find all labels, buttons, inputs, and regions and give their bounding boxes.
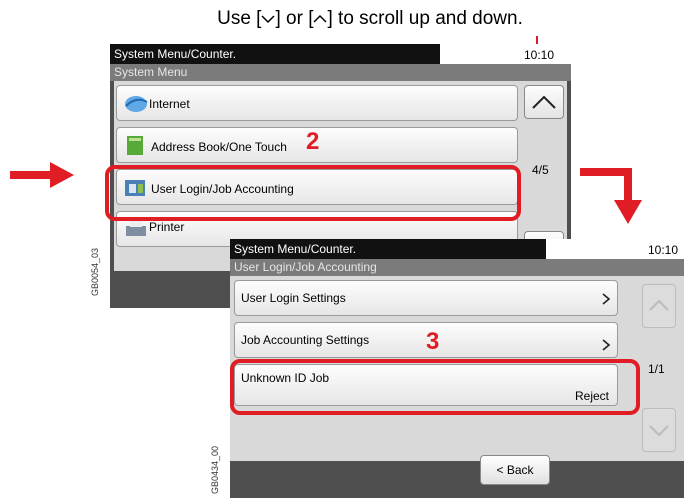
step-number: 3 [426, 328, 440, 355]
clock-text: 10:10 [524, 48, 555, 62]
clock: 10:10 [648, 243, 679, 257]
back-button[interactable]: < Back [480, 455, 550, 485]
right-arrow-icon [10, 162, 74, 188]
scroll-up-button[interactable] [642, 284, 676, 328]
panel-header: System Menu/Counter. [230, 239, 546, 259]
printer-icon [126, 221, 146, 236]
scroll-up-button[interactable] [524, 85, 564, 119]
menu-item-label: Internet [149, 97, 190, 111]
menu-item-label: Address Book/One Touch [151, 140, 287, 154]
chevron-up-icon [313, 14, 328, 23]
figure-code: GB0434_00 [210, 445, 220, 494]
panel-subheader: System Menu [110, 64, 571, 81]
page-indicator: 1/1 [648, 362, 665, 376]
item-label: Job Accounting Settings [241, 333, 370, 347]
internet-icon [125, 96, 148, 112]
item-label: User Login Settings [241, 291, 346, 305]
scroll-instruction-caption: Use [] or [] to scroll up and down. [217, 8, 523, 29]
page-indicator: 4/5 [532, 163, 549, 177]
highlight-frame [105, 165, 521, 221]
panel-header: System Menu/Counter. [110, 44, 440, 64]
menu-item-label: Printer [149, 220, 185, 234]
panel-subheader: User Login/Job Accounting [230, 259, 684, 276]
chevron-up-icon [649, 299, 669, 311]
address-book-icon [127, 136, 143, 155]
menu-item-internet[interactable]: Internet [116, 85, 518, 121]
chevron-right-icon [602, 339, 611, 351]
chevron-up-icon [532, 95, 556, 109]
chevron-down-icon [649, 425, 669, 437]
chevron-right-icon [602, 293, 611, 305]
user-login-settings-item[interactable]: User Login Settings [234, 280, 618, 316]
step-number: 2 [306, 128, 320, 155]
scroll-down-button[interactable] [642, 408, 676, 452]
bent-arrow-icon [580, 168, 642, 224]
chevron-down-icon [261, 15, 275, 24]
highlight-frame [230, 359, 640, 415]
figure-code: GB0054_03 [90, 247, 100, 296]
